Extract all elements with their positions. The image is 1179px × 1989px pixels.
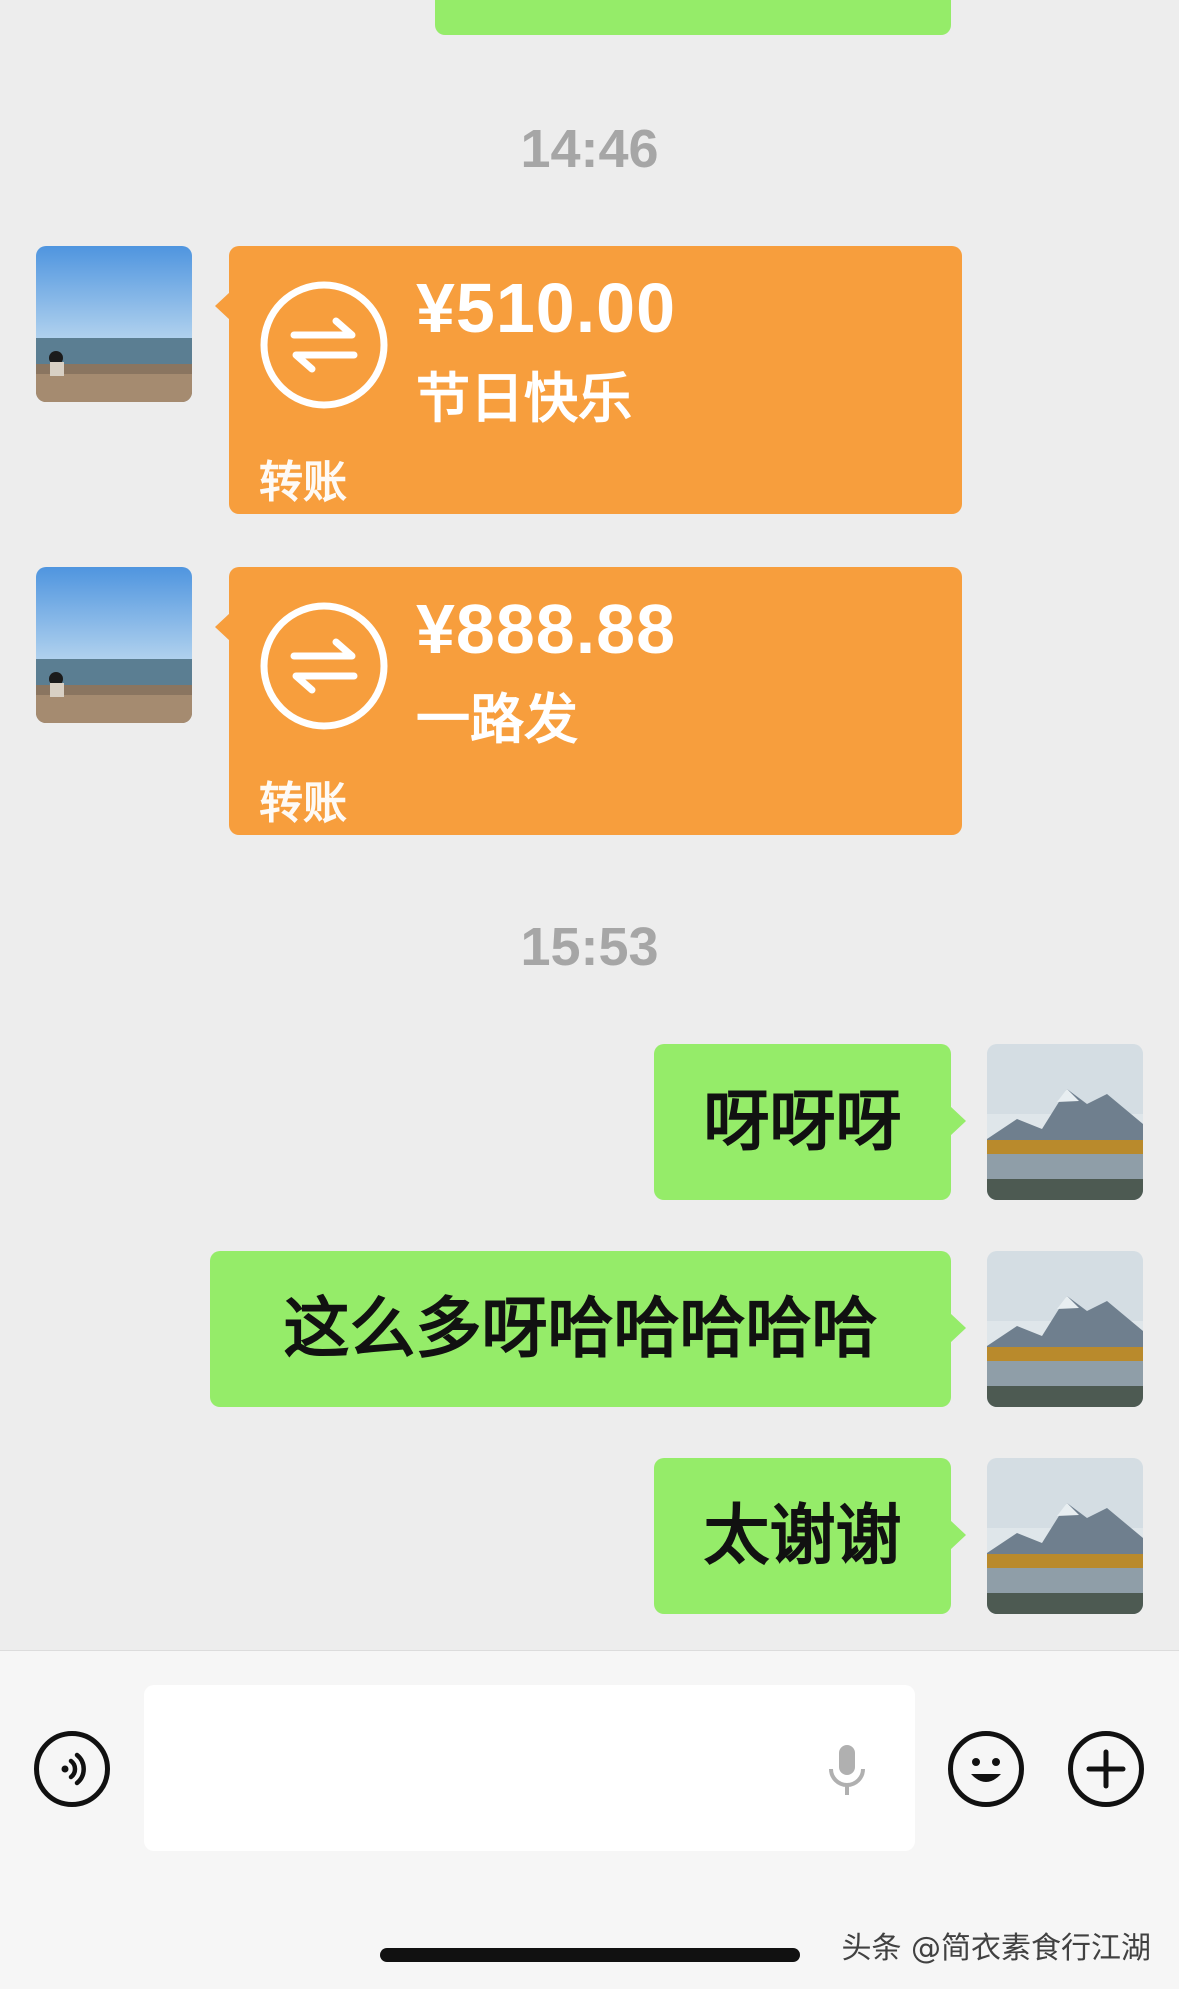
transfer-card[interactable]: ¥510.00 节日快乐 转账 xyxy=(215,246,962,514)
message-text: 太谢谢 xyxy=(703,1497,902,1574)
sent-message-bubble[interactable]: 太谢谢 xyxy=(654,1458,966,1614)
previous-message-bubble[interactable] xyxy=(435,0,951,35)
my-avatar[interactable] xyxy=(987,1251,1143,1407)
transfer-amount: ¥888.88 xyxy=(416,590,677,668)
home-indicator[interactable] xyxy=(380,1948,800,1962)
transfer-arrows-icon xyxy=(260,602,388,730)
message-input[interactable] xyxy=(144,1685,915,1851)
my-avatar[interactable] xyxy=(987,1044,1143,1200)
message-text: 这么多呀哈哈哈哈哈 xyxy=(283,1290,878,1367)
transfer-label: 转账 xyxy=(259,457,347,508)
contact-avatar[interactable] xyxy=(36,567,192,723)
emoji-icon xyxy=(971,1758,1001,1782)
my-avatar[interactable] xyxy=(987,1458,1143,1614)
voice-icon xyxy=(61,1752,86,1786)
message-text: 呀呀呀 xyxy=(703,1083,902,1160)
contact-avatar[interactable] xyxy=(36,246,192,402)
sent-message-bubble[interactable]: 这么多呀哈哈哈哈哈 xyxy=(210,1251,966,1407)
watermark-text: 头条 @简衣素食行江湖 xyxy=(841,1931,1151,1966)
transfer-label: 转账 xyxy=(259,778,347,829)
transfer-note: 一路发 xyxy=(416,688,578,751)
timestamp: 14:46 xyxy=(520,119,659,179)
timestamp: 15:53 xyxy=(520,917,659,977)
input-bar: 头条 @简衣素食行江湖 xyxy=(0,1650,1179,1989)
transfer-amount: ¥510.00 xyxy=(416,269,677,347)
transfer-card[interactable]: ¥888.88 一路发 转账 xyxy=(215,567,962,835)
voice-button[interactable] xyxy=(34,1731,110,1807)
plus-icon xyxy=(1086,1749,1126,1789)
transfer-note: 节日快乐 xyxy=(416,367,632,430)
transfer-arrows-icon xyxy=(260,281,388,409)
more-button[interactable] xyxy=(1068,1731,1144,1807)
microphone-icon[interactable] xyxy=(825,1741,869,1801)
sent-message-bubble[interactable]: 呀呀呀 xyxy=(654,1044,966,1200)
emoji-button[interactable] xyxy=(948,1731,1024,1807)
